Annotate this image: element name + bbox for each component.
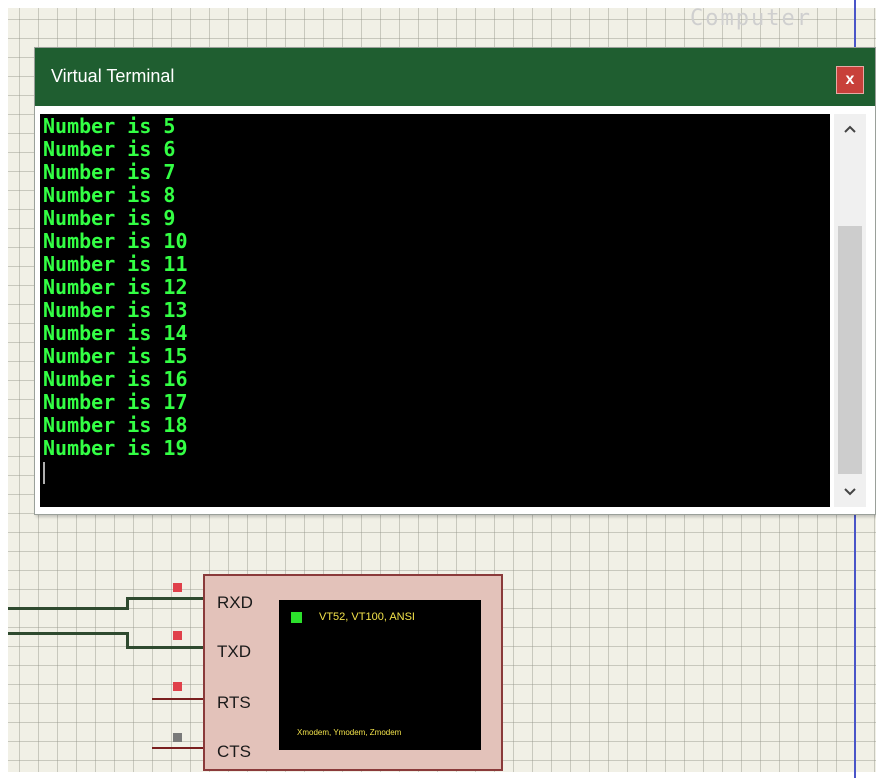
vertical-scrollbar[interactable]: [834, 114, 866, 507]
terminal-line: Number is 10: [43, 229, 188, 253]
terminal-line: Number is 19: [43, 436, 188, 460]
wire-rxd-stub: [126, 597, 204, 600]
chevron-up-icon: [844, 125, 856, 133]
pin-label-txd: TXD: [217, 642, 251, 661]
scroll-thumb[interactable]: [838, 226, 862, 474]
virtual-terminal-component[interactable]: RXD TXD RTS CTS VT52, VT100, ANSI Xmodem…: [203, 574, 503, 771]
terminal-line: Number is 5: [43, 114, 176, 138]
status-led: [291, 612, 302, 623]
pin-txd-indicator: [173, 631, 182, 640]
pin-rts-indicator: [173, 682, 182, 691]
terminal-line: Number is 18: [43, 413, 188, 437]
terminal-lines: Number is 5 Number is 6 Number is 7 Numb…: [43, 115, 188, 460]
terminal-line: Number is 8: [43, 183, 176, 207]
terminal-line: Number is 13: [43, 298, 188, 322]
pin-rxd-indicator: [173, 583, 182, 592]
component-display: VT52, VT100, ANSI Xmodem, Ymodem, Zmodem: [279, 600, 481, 750]
wire-txd-stub: [126, 646, 204, 649]
chevron-down-icon: [844, 488, 856, 496]
pin-label-rts: RTS: [217, 693, 251, 712]
terminal-line: Number is 17: [43, 390, 188, 414]
window-titlebar[interactable]: Virtual Terminal x: [35, 48, 875, 106]
text-cursor: [43, 462, 45, 484]
pin-rts-line: [152, 698, 204, 700]
pin-label-cts: CTS: [217, 742, 251, 761]
terminal-line: Number is 15: [43, 344, 188, 368]
pin-cts-indicator: [173, 733, 182, 742]
display-footer: Xmodem, Ymodem, Zmodem: [297, 728, 402, 737]
wire-txd-horizontal: [8, 632, 128, 635]
terminal-line: Number is 6: [43, 137, 176, 161]
terminal-line: Number is 16: [43, 367, 188, 391]
window-title: Virtual Terminal: [51, 66, 175, 86]
display-title: VT52, VT100, ANSI: [319, 611, 415, 623]
pin-label-rxd: RXD: [217, 593, 253, 612]
scroll-down-button[interactable]: [834, 477, 866, 507]
watermark-text: Computer: [690, 6, 812, 31]
close-icon: x: [845, 71, 855, 88]
canvas-edge-bottom: [0, 772, 876, 778]
wire-rxd-horizontal: [8, 607, 128, 610]
terminal-line: Number is 14: [43, 321, 188, 345]
terminal-line: Number is 9: [43, 206, 176, 230]
scroll-up-button[interactable]: [834, 114, 866, 144]
terminal-line: Number is 11: [43, 252, 188, 276]
terminal-line: Number is 7: [43, 160, 176, 184]
pin-cts-line: [152, 747, 204, 749]
virtual-terminal-window[interactable]: Virtual Terminal x Number is 5 Number is…: [34, 47, 876, 515]
close-button[interactable]: x: [836, 66, 864, 94]
canvas-edge-left: [0, 0, 8, 778]
terminal-line: Number is 12: [43, 275, 188, 299]
terminal-output[interactable]: Number is 5 Number is 6 Number is 7 Numb…: [40, 114, 830, 507]
